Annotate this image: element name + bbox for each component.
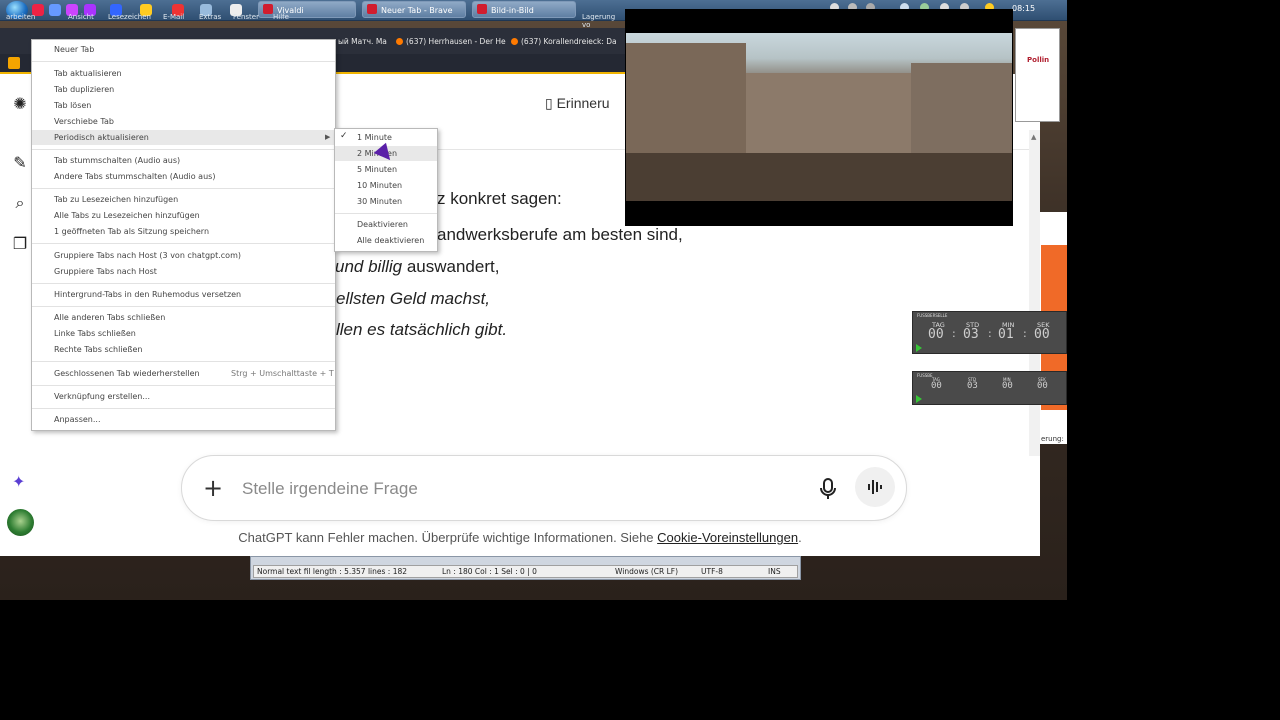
sparkle-icon[interactable]: ✦ — [12, 472, 25, 491]
menu-separator — [32, 149, 335, 150]
submenu-item-deactivate[interactable]: Deaktivieren — [357, 220, 408, 229]
editor-statusbar: Normal text fil length : 5.357 lines : 1… — [253, 565, 798, 578]
message-line: ellsten Geld machst, — [336, 289, 491, 308]
checkmark-icon: ✓ — [340, 131, 348, 141]
pollin-logo: Pollin — [1027, 56, 1050, 64]
menu-item-duplicate-tab[interactable]: Tab duplizieren — [54, 85, 114, 94]
voice-mode-button[interactable] — [855, 467, 895, 507]
menu-ansicht[interactable]: Ansicht — [68, 13, 94, 21]
line-ending: Windows (CR LF) — [615, 567, 679, 576]
menu-separator — [32, 283, 335, 284]
timer-value-seconds: 00 — [1034, 327, 1050, 342]
menu-lesezeichen[interactable]: Lesezeichen — [108, 13, 151, 21]
menu-item-bookmark-all-tabs[interactable]: Alle Tabs zu Lesezeichen hinzufügen — [54, 211, 200, 220]
menu-email[interactable]: E-Mail — [163, 13, 184, 21]
timer-value-minutes: 01 — [998, 327, 1014, 342]
back-icon[interactable] — [8, 57, 20, 69]
message-line: und billig auswandert, — [335, 257, 500, 276]
browser-tab[interactable]: ый Матч. Ма — [338, 34, 387, 50]
menu-item-move-tab[interactable]: Verschiebe Tab — [54, 117, 114, 126]
menu-item-detach-tab[interactable]: Tab lösen — [54, 101, 91, 110]
youtube-icon — [396, 38, 403, 45]
side-window[interactable] — [1015, 28, 1060, 122]
menu-separator — [32, 408, 335, 409]
video-frame[interactable] — [626, 33, 1012, 201]
menu-item-mute-other-tabs[interactable]: Andere Tabs stummschalten (Audio aus) — [54, 172, 215, 181]
menu-item-reopen-closed-tab[interactable]: Geschlossenen Tab wiederherstellen — [54, 369, 200, 378]
timer-value-hours: 03 — [967, 381, 978, 391]
message-line: llen es tatsächlich gibt. — [336, 320, 508, 339]
add-attachment-icon[interactable]: + — [203, 475, 223, 501]
menu-separator — [32, 361, 335, 362]
youtube-icon — [511, 38, 518, 45]
cookie-settings-link[interactable]: Cookie-Voreinstellungen — [657, 530, 798, 545]
submenu-item-deactivate-all[interactable]: Alle deaktivieren — [357, 236, 424, 245]
menu-extras[interactable]: Extras — [199, 13, 221, 21]
timer-value-day: 00 — [931, 381, 942, 391]
cursor-position: Ln : 180 Col : 1 Sel : 0 | 0 — [442, 567, 537, 576]
play-icon[interactable] — [916, 395, 922, 403]
timer-value-seconds: 00 — [1037, 381, 1048, 391]
menu-separator — [335, 213, 437, 214]
timer-value-minutes: 00 — [1002, 381, 1013, 391]
menu-item-group-by-host-count[interactable]: Gruppiere Tabs nach Host (3 von chatgpt.… — [54, 251, 241, 260]
submenu-arrow-icon: ▶ — [325, 133, 331, 141]
menu-separator — [32, 306, 335, 307]
play-icon[interactable] — [916, 344, 922, 352]
menu-hilfe[interactable]: Hilfe — [273, 13, 289, 21]
disclaimer: ChatGPT kann Fehler machen. Überprüfe wi… — [238, 530, 802, 545]
side-window-text: erung: — [1041, 435, 1064, 443]
reminder-button[interactable]: ▯ Erinneru — [545, 95, 610, 112]
menu-shortcut: Strg + Umschalttaste + T — [231, 369, 334, 378]
browser-tab[interactable]: (637) Herrhausen - Der He — [396, 34, 506, 50]
menu-item-save-session[interactable]: 1 geöffneten Tab als Sitzung speichern — [54, 227, 209, 236]
menubar-right-text: Lagerung vo — [582, 13, 616, 29]
new-chat-icon[interactable]: ✎ — [10, 153, 30, 173]
menu-item-reload-tab[interactable]: Tab aktualisieren — [54, 69, 122, 78]
menu-separator — [32, 243, 335, 244]
menu-separator — [32, 188, 335, 189]
menu-fenster[interactable]: Fenster — [233, 13, 259, 21]
menu-item-group-by-host[interactable]: Gruppiere Tabs nach Host — [54, 267, 157, 276]
countdown-timer: FUSSBE TAG STD MIN SEK 00 03 00 00 — [912, 371, 1067, 405]
timer-title: FUSSBE — [917, 373, 933, 378]
menu-item-close-right-tabs[interactable]: Rechte Tabs schließen — [54, 345, 142, 354]
chatgpt-logo-icon[interactable]: ✺ — [10, 94, 30, 114]
menu-item-hibernate-tabs[interactable]: Hintergrund-Tabs in den Ruhemodus verset… — [54, 290, 241, 299]
menu-item-close-left-tabs[interactable]: Linke Tabs schließen — [54, 329, 136, 338]
menu-item-close-other-tabs[interactable]: Alle anderen Tabs schließen — [54, 313, 165, 322]
menu-item-mute-tab[interactable]: Tab stummschalten (Audio aus) — [54, 156, 180, 165]
message-line: andwerksberufe am besten sind, — [437, 225, 683, 244]
search-icon[interactable]: ⌕ — [10, 193, 30, 213]
submenu-item-5-minutes[interactable]: 5 Minuten — [357, 165, 397, 174]
timer-value-hours: 03 — [963, 327, 979, 342]
voice-waveform-icon — [868, 480, 882, 494]
menu-separator — [32, 61, 335, 62]
microphone-icon[interactable] — [818, 477, 838, 501]
scrollbar[interactable] — [1029, 130, 1040, 456]
menu-item-create-shortcut[interactable]: Verknüpfung erstellen... — [54, 392, 150, 401]
library-icon[interactable]: ❐ — [10, 234, 30, 254]
doc-info: Normal text fil length : 5.357 lines : 1… — [257, 567, 408, 576]
menubar: arbeiten Ansicht Lesezeichen E-Mail Extr… — [0, 13, 625, 29]
timer-value-day: 00 — [928, 327, 944, 342]
countdown-timer: FUSSBERSELLE TAG STD MIN SEK 00 : 03 : 0… — [912, 311, 1067, 354]
menu-item-periodic-reload[interactable]: Periodisch aktualisieren — [54, 133, 149, 142]
timer-title: FUSSBERSELLE — [917, 313, 948, 318]
message-line: z konkret sagen: — [437, 189, 562, 208]
menu-arbeiten[interactable]: arbeiten — [6, 13, 35, 21]
menu-item-bookmark-tab[interactable]: Tab zu Lesezeichen hinzufügen — [54, 195, 178, 204]
submenu-item-10-minutes[interactable]: 10 Minuten — [357, 181, 402, 190]
insert-mode: INS — [768, 567, 781, 576]
submenu-item-30-minutes[interactable]: 30 Minuten — [357, 197, 402, 206]
prompt-input[interactable]: Stelle irgendeine Frage — [242, 479, 418, 499]
scroll-up-icon[interactable]: ▲ — [1031, 133, 1036, 141]
submenu-item-1-minute[interactable]: 1 Minute — [357, 133, 392, 142]
clock[interactable]: 08:15 — [1012, 4, 1035, 13]
browser-tab[interactable]: (637) Korallendreieck: Da — [511, 34, 617, 50]
menu-item-customize[interactable]: Anpassen... — [54, 415, 100, 424]
menu-item-new-tab[interactable]: Neuer Tab — [54, 45, 94, 54]
encoding: UTF-8 — [701, 567, 723, 576]
menu-separator — [32, 385, 335, 386]
